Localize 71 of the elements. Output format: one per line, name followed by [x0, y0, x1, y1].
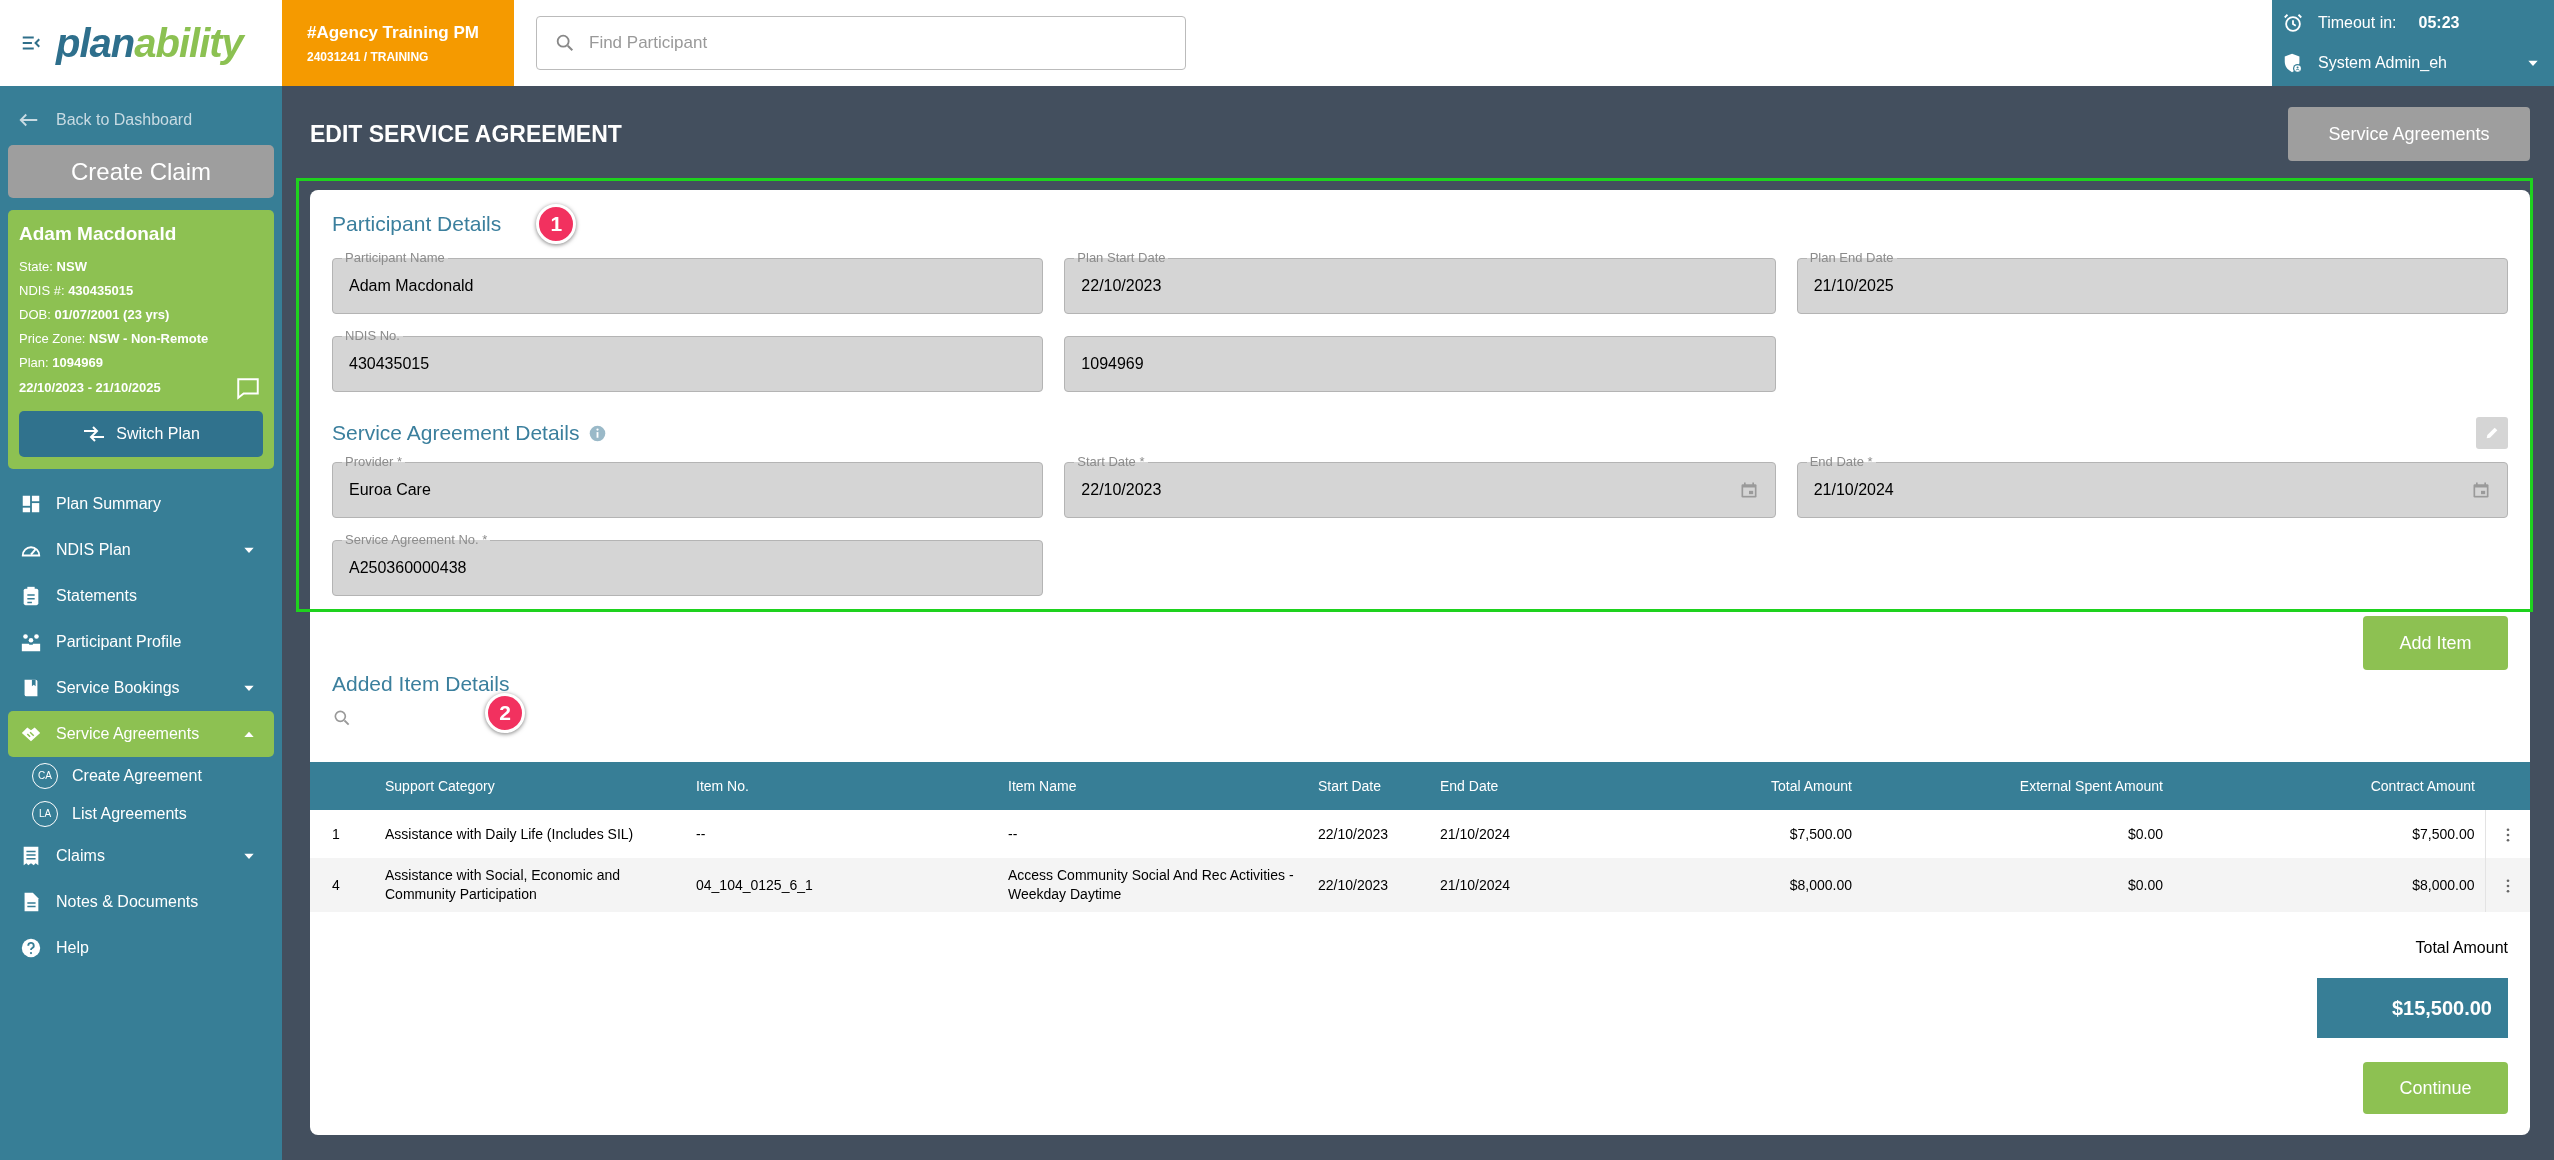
participant-detail: State: NSW	[19, 257, 88, 276]
section-heading: Service Agreement Details	[332, 420, 580, 447]
table-cell: 21/10/2024	[1440, 825, 1511, 842]
column-header: End Date	[1440, 777, 1499, 794]
timeout-value: 05:23	[2418, 13, 2460, 33]
column-header: Start Date	[1318, 777, 1382, 794]
table-cell: 21/10/2024	[1440, 876, 1511, 893]
field-label: Participant Name	[342, 250, 448, 266]
search-icon	[554, 32, 576, 54]
column-header: Total Amount	[1771, 777, 1852, 794]
total-amount-label: Total Amount	[2415, 938, 2508, 958]
table-cell: 4	[332, 876, 340, 893]
table-cell: 22/10/2023	[1318, 876, 1389, 893]
table-cell: $0.00	[2127, 825, 2163, 842]
table-cell: $8,000.00	[1789, 876, 1852, 893]
table-cell: 1	[332, 825, 340, 842]
page-title: EDIT SERVICE AGREEMENT	[310, 119, 622, 149]
table-cell: --	[1008, 825, 1018, 842]
table-cell: $7,500.00	[1789, 825, 1852, 842]
nav-item[interactable]: Help	[8, 924, 274, 971]
shield-user-icon	[2282, 52, 2304, 74]
column-header: Support Category	[385, 777, 495, 794]
annotation-marker: 2	[485, 693, 525, 733]
nav-item[interactable]: NDIS Plan	[8, 526, 274, 573]
column-header: Item Name	[1008, 777, 1077, 794]
table-cell: $8,000.00	[2412, 876, 2475, 893]
column-header: Contract Amount	[2370, 777, 2475, 794]
pencil-icon	[2484, 425, 2500, 441]
info-icon	[589, 424, 607, 442]
field-label: Service Agreement No. *	[342, 532, 491, 548]
table-cell: $0.00	[2127, 876, 2163, 893]
help-icon	[20, 936, 42, 959]
nav-subitem[interactable]: LA List Agreements	[8, 794, 274, 833]
service-agreements-button[interactable]: Service Agreements	[2288, 107, 2530, 161]
nav-subitem[interactable]: CA Create Agreement	[8, 756, 274, 795]
table-cell: --	[696, 825, 706, 842]
table-cell: $7,500.00	[2412, 825, 2475, 842]
participant-detail: DOB: 01/07/2001 (23 yrs)	[19, 305, 171, 324]
nav-item[interactable]: Claims	[8, 832, 274, 879]
logo: planability	[56, 23, 243, 63]
participant-detail: Price Zone: NSW - Non-Remote	[19, 329, 210, 348]
plan-dates: 22/10/2023 - 21/10/2025	[19, 378, 161, 397]
table-cell: Access Community Social And Rec Activities - Weekday Daytime	[1008, 867, 1294, 902]
user-menu[interactable]: System Admin_eh	[2318, 51, 2540, 75]
switch-plan-button[interactable]: Switch Plan	[19, 410, 263, 457]
table-cell: 04_104_0125_6_1	[696, 876, 813, 893]
participant-detail: Plan: 1094969	[19, 353, 104, 372]
table-cell: Assistance with Social, Economic and Community Participation	[385, 867, 620, 902]
organization-name: #Agency Training PM	[307, 22, 480, 45]
search-icon[interactable]	[332, 708, 352, 728]
search-field[interactable]: Find Participant	[536, 16, 1186, 70]
column-header: Item No.	[696, 777, 749, 794]
alarm-clock-icon	[2282, 12, 2304, 34]
nav-item[interactable]: Service Bookings	[8, 664, 274, 711]
organization-code: 24031241 / TRAINING	[307, 48, 430, 66]
participant-name: Adam Macdonald	[19, 222, 178, 246]
calendar-icon	[2471, 480, 2491, 500]
timeout-label: Timeout in:	[2318, 13, 2397, 33]
total-amount-value: $15,500.00	[2317, 978, 2508, 1038]
nav-item[interactable]: Participant Profile	[8, 618, 274, 665]
nav-item[interactable]: Plan Summary	[8, 480, 274, 527]
nav-item[interactable]: Notes & Documents	[8, 878, 274, 925]
back-link[interactable]: Back to Dashboard	[8, 108, 274, 132]
section-heading: Participant Details	[332, 211, 502, 238]
participant-detail: NDIS #: 430435015	[19, 281, 135, 300]
create-claim-button[interactable]: Create Claim	[8, 145, 274, 198]
table-cell: 22/10/2023	[1318, 825, 1389, 842]
column-header: External Spent Amount	[2019, 777, 2163, 794]
input-field[interactable]: 1094969	[1064, 336, 1776, 392]
nav-item[interactable]: Statements	[8, 572, 274, 619]
table-cell: Assistance with Daily Life (Includes SIL)	[385, 825, 634, 842]
